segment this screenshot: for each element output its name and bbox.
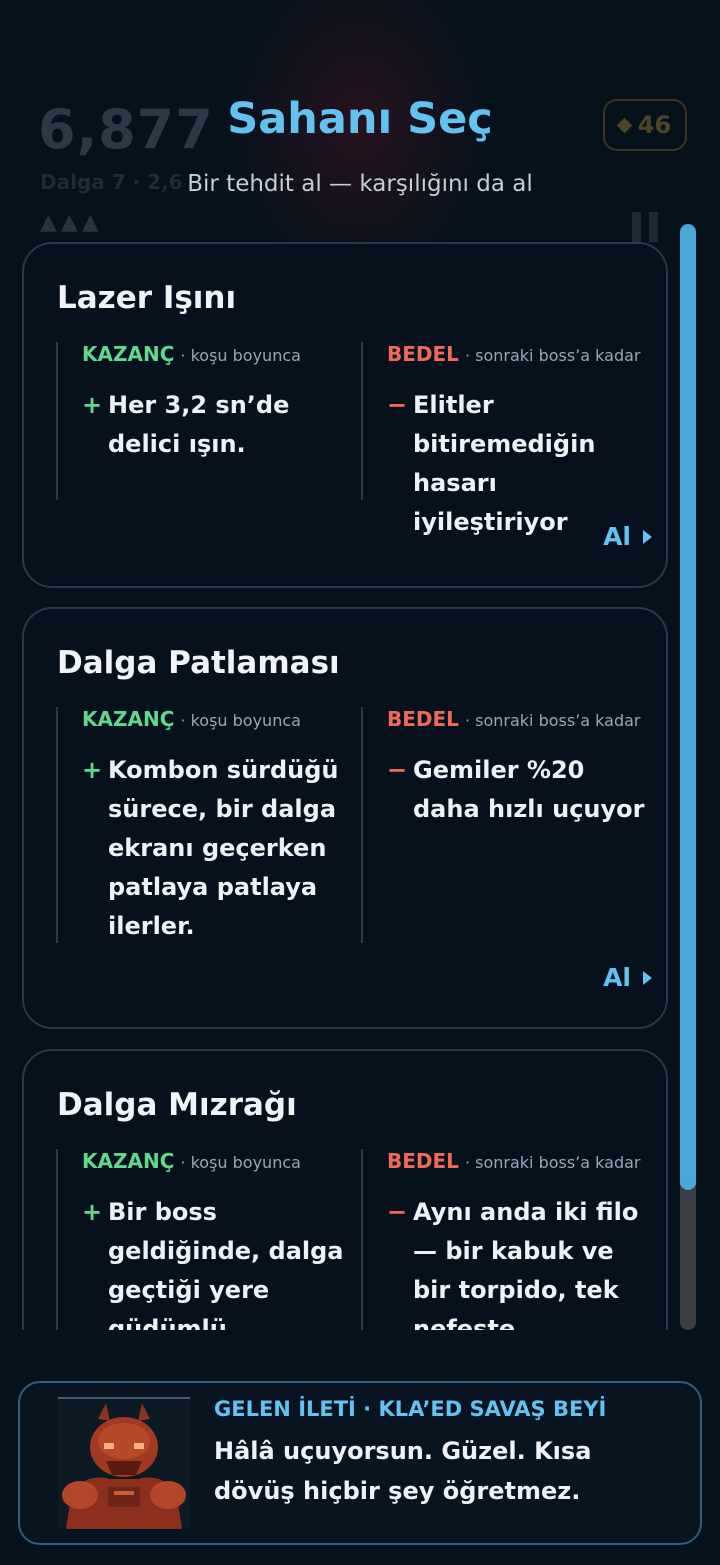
minus-sign: − [387, 756, 408, 784]
take-label: Al [603, 963, 631, 992]
upgrade-card-laser[interactable]: Lazer Işını KAZANÇ · koşu boyunca + Her 3… [22, 242, 668, 588]
take-button[interactable]: Al [603, 522, 652, 551]
cost-column: BEDEL · sonraki boss’a kadar − Gemiler %2… [361, 707, 651, 943]
card-title: Lazer Işını [57, 280, 237, 316]
gain-label: KAZANÇ [82, 1149, 175, 1173]
plus-sign: + [82, 1198, 103, 1226]
gain-column: KAZANÇ · koşu boyunca + Her 3,2 sn’de del… [56, 342, 358, 500]
take-button[interactable]: Al [603, 963, 652, 992]
gain-text: Her 3,2 sn’de delici ışın. [108, 391, 290, 458]
cost-label: BEDEL [387, 342, 459, 366]
plus-sign: + [82, 756, 103, 784]
gain-column: KAZANÇ · koşu boyunca + Kombon sürdüğü sü… [56, 707, 358, 943]
page-subtitle: Bir tehdit al — karşılığını da al [187, 171, 533, 197]
scrollbar-thumb[interactable] [680, 224, 696, 1190]
chevron-right-icon [643, 529, 652, 544]
cost-label: BEDEL [387, 1149, 459, 1173]
cost-label: BEDEL [387, 707, 459, 731]
take-label: Al [603, 522, 631, 551]
incoming-message-panel: GELEN İLETİ · KLA’ED SAVAŞ BEYİ Hâlâ uçu… [18, 1381, 702, 1545]
gain-label: KAZANÇ [82, 707, 175, 731]
cost-column: BEDEL · sonraki boss’a kadar − Elitler bi… [361, 342, 651, 536]
gain-label: KAZANÇ [82, 342, 175, 366]
upgrade-card-wave-burst[interactable]: Dalga Patlaması KAZANÇ · koşu boyunca + K… [22, 607, 668, 1029]
chevron-right-icon [643, 970, 652, 985]
cost-text: Elitler bitiremediğin hasarı iyileştiriy… [413, 391, 596, 536]
cost-text: Aynı anda iki filo — bir kabuk ve bir to… [413, 1198, 639, 1330]
scrollbar[interactable] [680, 224, 696, 1330]
card-title: Dalga Mızrağı [57, 1087, 297, 1123]
cost-column: BEDEL · sonraki boss’a kadar − Aynı anda … [361, 1149, 651, 1330]
gain-text: Bir boss geldiğinde, dalga geçtiği yere … [108, 1198, 344, 1330]
minus-sign: − [387, 391, 408, 419]
cost-note: · sonraki boss’a kadar [464, 346, 641, 365]
message-sender: GELEN İLETİ · KLA’ED SAVAŞ BEYİ [214, 1397, 607, 1421]
cost-note: · sonraki boss’a kadar [464, 1153, 641, 1172]
gain-note: · koşu boyunca [180, 1153, 301, 1172]
card-title: Dalga Patlaması [57, 645, 340, 681]
gain-text: Kombon sürdüğü sürece, bir dalga ekranı … [108, 756, 339, 940]
gain-note: · koşu boyunca [180, 346, 301, 365]
lives-triangles-icon: ▲▲▲ [40, 210, 103, 235]
cost-note: · sonraki boss’a kadar [464, 711, 641, 730]
minus-sign: − [387, 1198, 408, 1226]
message-text: Hâlâ uçuyorsun. Güzel. Kısa dövüş hiçbir… [214, 1437, 592, 1505]
pause-icon [632, 212, 660, 242]
gain-column: KAZANÇ · koşu boyunca + Bir boss geldiğin… [56, 1149, 358, 1330]
upgrade-card-wave-spear[interactable]: Dalga Mızrağı KAZANÇ · koşu boyunca + Bir… [22, 1049, 668, 1330]
page-title: Sahanı Seç [227, 94, 493, 144]
gain-note: · koşu boyunca [180, 711, 301, 730]
plus-sign: + [82, 391, 103, 419]
upgrade-card-list[interactable]: Lazer Işını KAZANÇ · koşu boyunca + Her 3… [22, 240, 670, 1330]
warlord-portrait-avatar [58, 1397, 190, 1529]
warlord-portrait-icon [58, 1399, 190, 1529]
cost-text: Gemiler %20 daha hızlı uçuyor [413, 756, 645, 823]
